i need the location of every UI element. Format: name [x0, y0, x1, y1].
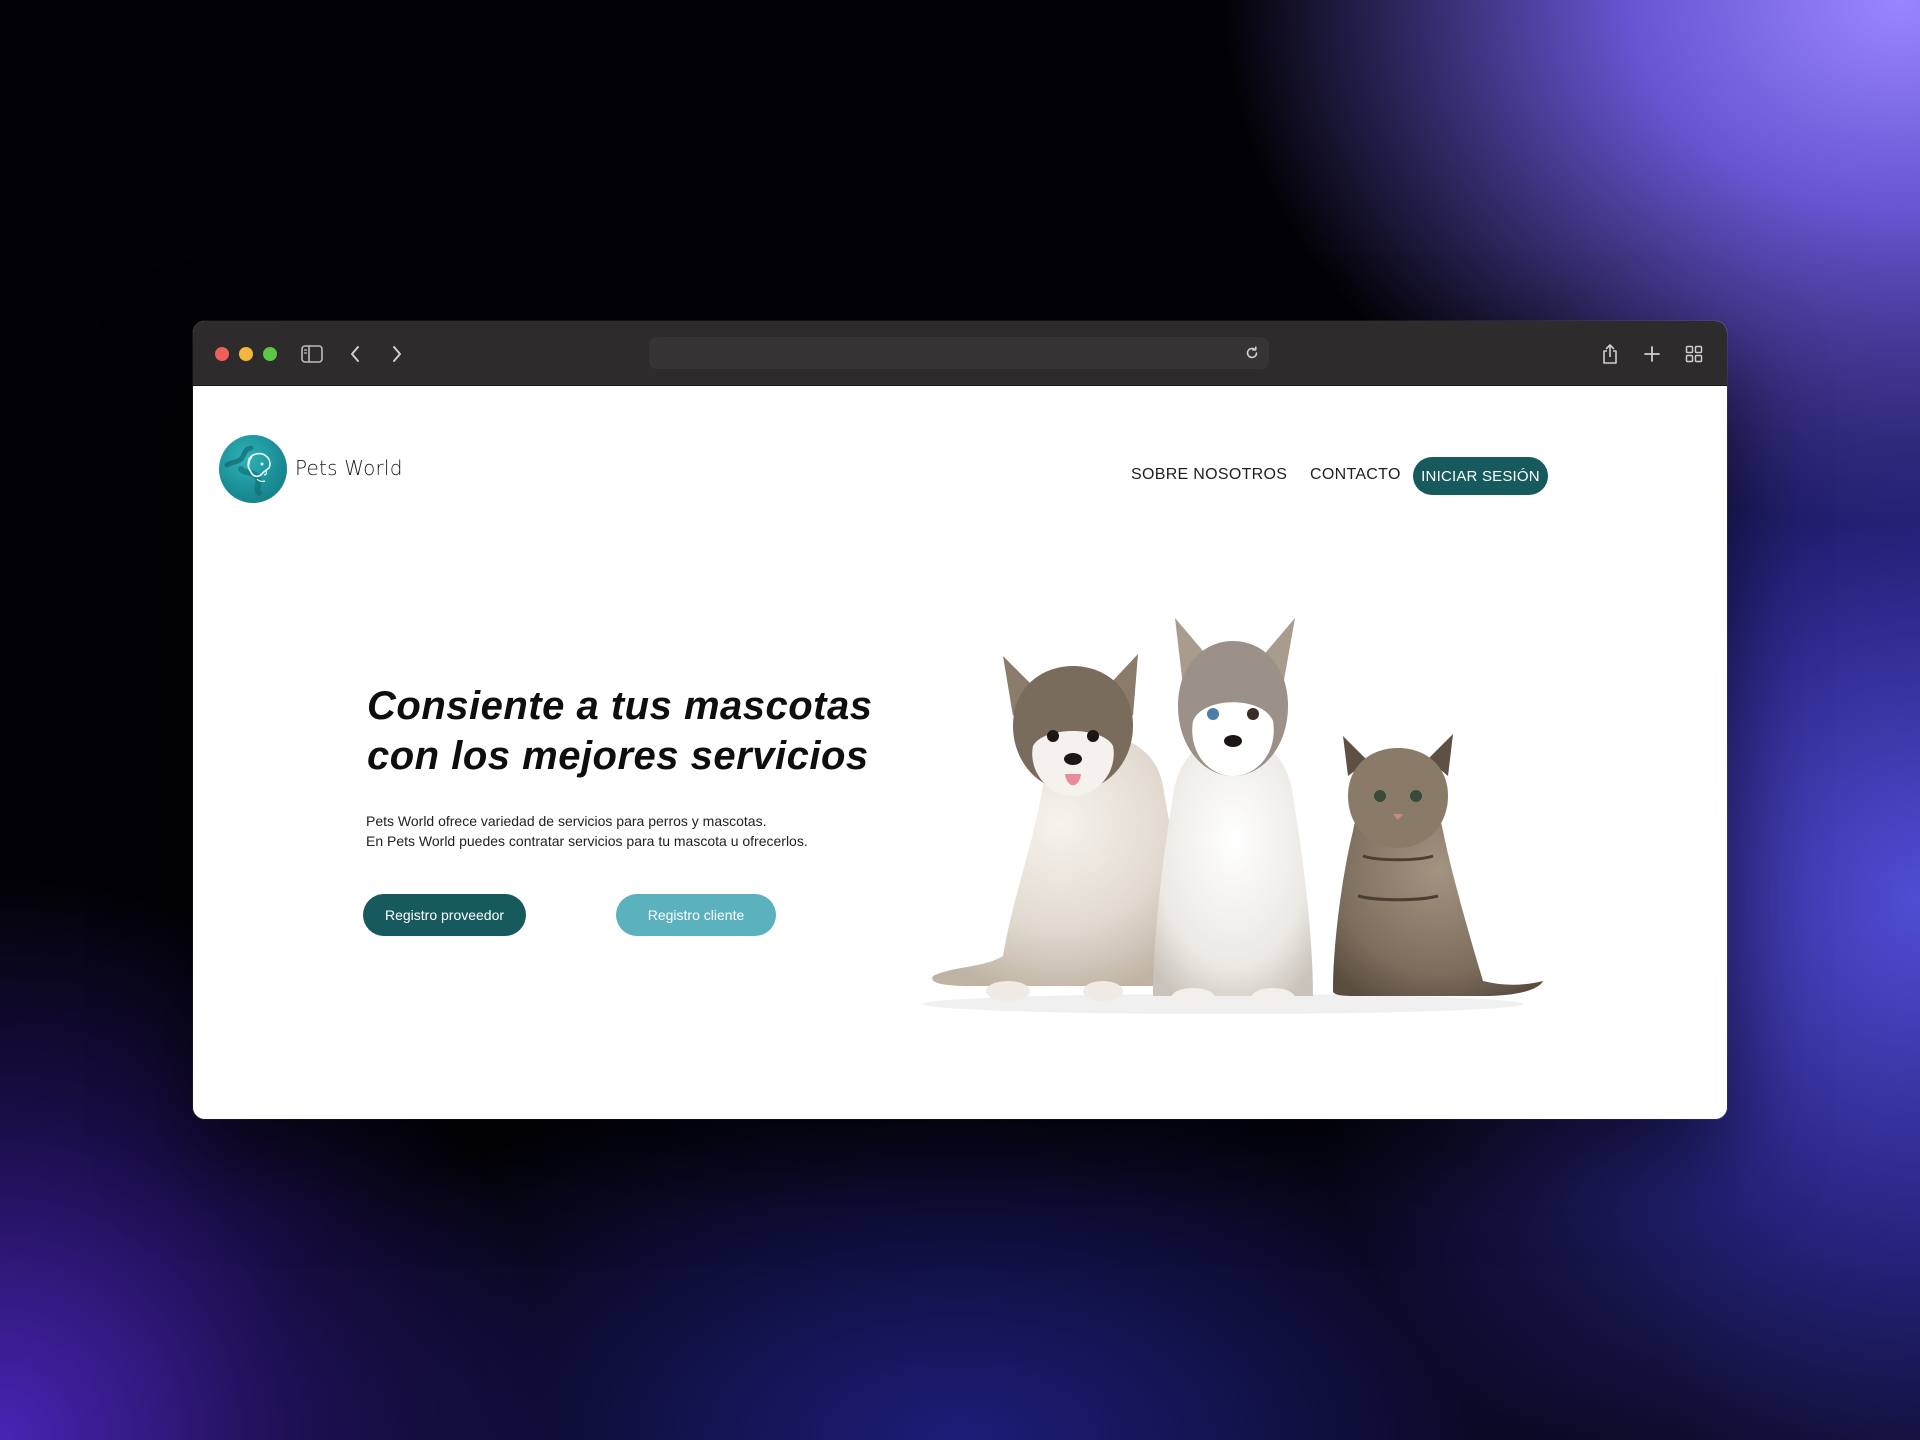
tab-overview-icon[interactable] — [1681, 341, 1707, 367]
register-client-button[interactable]: Registro cliente — [616, 894, 776, 936]
brand-logo[interactable] — [219, 435, 287, 503]
hero-description: Pets World ofrece variedad de servicios … — [366, 811, 808, 851]
minimize-window-button[interactable] — [239, 347, 253, 361]
new-tab-icon[interactable] — [1639, 341, 1665, 367]
hero-headline: Consiente a tus mascotas con los mejores… — [367, 681, 927, 781]
browser-window: Pets World SOBRE NOSOTROS CONTACTO INICI… — [193, 321, 1727, 1119]
forward-icon[interactable] — [384, 341, 410, 367]
back-icon[interactable] — [342, 341, 368, 367]
dog-globe-icon — [224, 445, 271, 496]
hero-description-line2: En Pets World puedes contratar servicios… — [366, 833, 808, 849]
reload-icon[interactable] — [1243, 344, 1261, 362]
login-button[interactable]: INICIAR SESIÓN — [1413, 457, 1548, 495]
brand-name[interactable]: Pets World — [295, 456, 403, 480]
zoom-window-button[interactable] — [263, 347, 277, 361]
hero-headline-line1: Consiente a tus mascotas — [367, 684, 873, 728]
share-icon[interactable] — [1597, 341, 1623, 367]
hero-description-line1: Pets World ofrece variedad de servicios … — [366, 813, 767, 829]
close-window-button[interactable] — [215, 347, 229, 361]
nav-contact-link[interactable]: CONTACTO — [1310, 466, 1401, 484]
webpage: Pets World SOBRE NOSOTROS CONTACTO INICI… — [193, 386, 1727, 1119]
address-bar[interactable] — [649, 337, 1269, 369]
nav-about-link[interactable]: SOBRE NOSOTROS — [1131, 466, 1287, 484]
kitten-figure — [1333, 734, 1543, 996]
register-provider-button[interactable]: Registro proveedor — [363, 894, 526, 936]
puppy-middle-figure — [1153, 618, 1313, 1008]
hero-pets-image — [923, 618, 1543, 1014]
browser-toolbar — [193, 321, 1727, 386]
puppy-left-figure — [932, 654, 1188, 1001]
hero-headline-line2: con los mejores servicios — [367, 734, 869, 778]
sidebar-icon[interactable] — [299, 341, 325, 367]
